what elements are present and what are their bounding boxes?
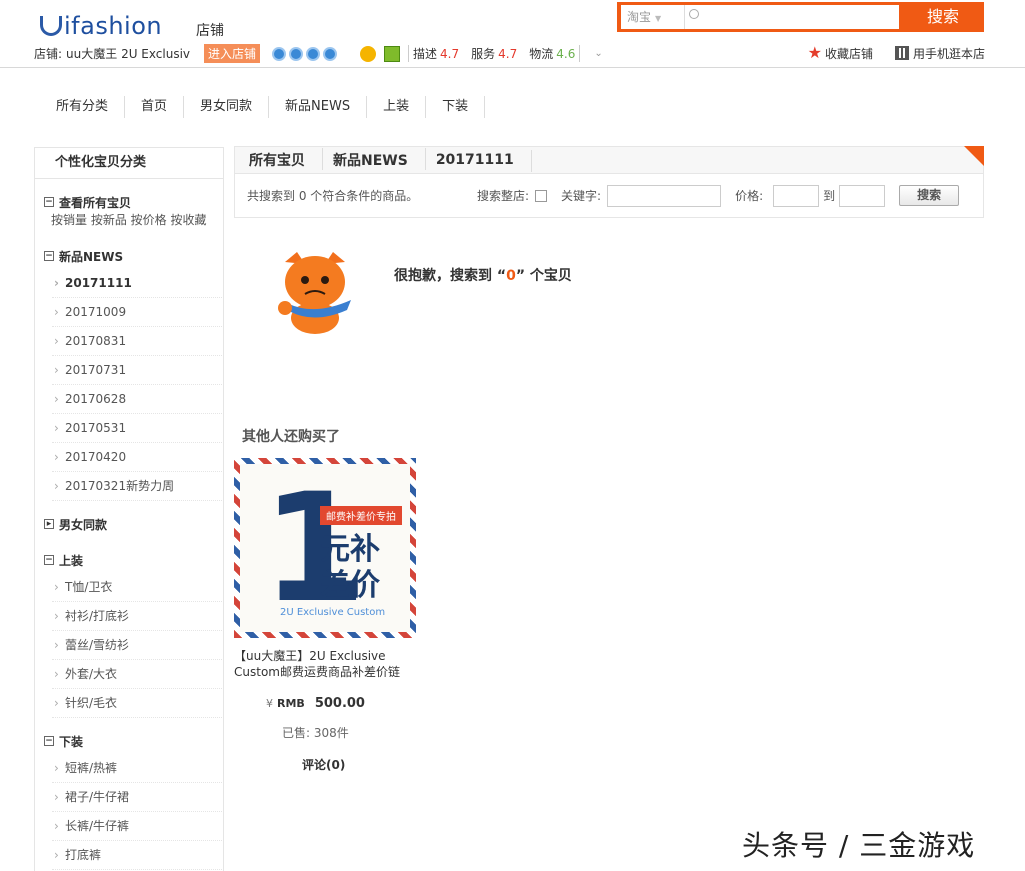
nav-item-all[interactable]: 所有分类 [40, 96, 126, 118]
nav-item-unisex[interactable]: 男女同款 [184, 96, 270, 118]
breadcrumb-item[interactable]: 所有宝贝 [235, 148, 323, 170]
nav-item-tops[interactable]: 上装 [367, 96, 427, 118]
category-bottoms[interactable]: − 下装 [35, 718, 223, 754]
crown-icon [272, 46, 287, 61]
price-to-label: 到 [823, 189, 836, 203]
sidebar-item[interactable]: 针织/毛衣 [52, 689, 223, 718]
search-scope-select[interactable]: 淘宝 ▼ [621, 5, 685, 29]
star-icon: ★ [807, 43, 822, 62]
watermark-text: 头条号 / 三金游戏 [742, 829, 976, 862]
search-shop-label: 搜索整店: [477, 189, 530, 203]
result-count: 共搜索到 0 个符合条件的商品。 [247, 189, 419, 203]
price-max-input[interactable] [839, 184, 886, 207]
crown-icon [306, 46, 321, 61]
sidebar-item[interactable]: 蕾丝/雪纺衫 [52, 631, 223, 660]
view-all-link[interactable]: − 查看所有宝贝 [35, 179, 223, 215]
shop-level-crowns [272, 46, 340, 61]
shop-link[interactable]: 店铺 [196, 20, 224, 40]
sidebar-item[interactable]: 外套/大衣 [52, 660, 223, 689]
collapse-icon: − [44, 736, 54, 746]
product-reviews-link[interactable]: 评论(0) [302, 756, 345, 773]
expand-icon: ▸ [44, 519, 54, 529]
sidebar-item[interactable]: 打底裤 [52, 841, 223, 870]
collapse-icon: − [44, 197, 54, 207]
sidebar-item[interactable]: T恤/卫衣 [52, 573, 223, 602]
shop-info-bar: 店铺: uu大魔王 2U Exclusiv 进入店铺 描述 4.7 服务 4.7 物… [34, 44, 603, 63]
keyword-label: 关键字: [561, 189, 602, 203]
chevron-down-icon: ▼ [655, 14, 662, 23]
ifashion-logo[interactable]: ifashion [40, 12, 162, 40]
sidebar-item[interactable]: 长裤/牛仔裤 [52, 812, 223, 841]
sidebar-item[interactable]: 20171009 [52, 298, 223, 327]
rating-description: 描述 4.7 [413, 47, 460, 61]
sidebar-item[interactable]: 20170831 [52, 327, 223, 356]
search-button[interactable]: 搜索 [902, 2, 984, 32]
price-label: 价格: [735, 189, 764, 203]
breadcrumb: 所有宝贝 新品NEWS 20171111 [234, 146, 984, 174]
product-price: ¥ RMB 500.00 [266, 696, 365, 711]
corner-flag-icon [964, 146, 984, 166]
nav-item-news[interactable]: 新品NEWS [269, 96, 368, 118]
favorite-shop-button[interactable]: ★ 收藏店铺 [808, 45, 873, 62]
crown-icon [323, 46, 338, 61]
qr-code-icon [894, 46, 909, 60]
shop-ratings: 描述 4.7 服务 4.7 物流 4.6 [408, 45, 581, 62]
mascot-image [278, 252, 351, 334]
sidebar-item[interactable]: 20170321新势力周 [52, 472, 223, 501]
category-news[interactable]: − 新品NEWS [35, 233, 223, 269]
sidebar-item[interactable]: 20170420 [52, 443, 223, 472]
shop-actions: ★ 收藏店铺 用手机逛本店 [808, 45, 985, 62]
sidebar-item[interactable]: 短裤/热裤 [52, 754, 223, 783]
product-image[interactable]: 1 邮费补差价专拍 元补 差价 2U Exclusive Custom [234, 458, 416, 638]
search-shop-checkbox[interactable] [535, 189, 548, 202]
search-input[interactable] [685, 5, 899, 29]
enter-shop-button[interactable]: 进入店铺 [204, 44, 261, 63]
shop-label: 店铺: [34, 47, 63, 61]
breadcrumb-item[interactable]: 20171111 [422, 150, 532, 172]
product-image-text: 元补 差价 [320, 532, 380, 603]
nav-item-home[interactable]: 首页 [125, 96, 185, 118]
empty-result-message: 很抱歉，搜索到 “0” 个宝贝 [394, 268, 572, 284]
also-bought-title: 其他人还购买了 [242, 429, 340, 445]
mobile-shop-button[interactable]: 用手机逛本店 [894, 45, 985, 62]
sidebar-item[interactable]: 裙子/牛仔裙 [52, 783, 223, 812]
chevron-down-icon[interactable]: ⌄ [594, 48, 602, 59]
top-header: ifashion 店铺 淘宝 ▼ 搜索 店铺: uu大魔王 2U Exclusiv… [0, 0, 1025, 68]
collapse-icon: − [44, 555, 54, 565]
product-title-link[interactable]: 【uu大魔王】2U Exclusive Custom邮费运费商品补差价链 [234, 648, 416, 680]
sidebar-item[interactable]: 20170731 [52, 356, 223, 385]
breadcrumb-item[interactable]: 新品NEWS [319, 148, 426, 170]
price-min-input[interactable] [773, 184, 820, 207]
category-unisex[interactable]: ▸ 男女同款 [35, 501, 223, 537]
product-image-badge: 邮费补差价专拍 [320, 506, 402, 525]
consumer-protection-icon [384, 45, 401, 62]
shop-name[interactable]: uu大魔王 2U Exclusiv [66, 45, 190, 62]
collapse-icon: − [44, 251, 54, 261]
crown-icon [289, 46, 304, 61]
sidebar-item[interactable]: 20170531 [52, 414, 223, 443]
nav-item-bottoms[interactable]: 下装 [426, 96, 486, 118]
sidebar-item[interactable]: 20171111 [52, 269, 223, 298]
product-image-caption: 2U Exclusive Custom [280, 607, 386, 618]
rating-service: 服务 4.7 [471, 47, 518, 61]
logo-text: ifashion [64, 12, 163, 40]
category-sidebar: 个性化宝贝分类 − 查看所有宝贝 按销量 按新品 按价格 按收藏 − 新品NEWS … [34, 147, 224, 871]
main-content: 所有宝贝 新品NEWS 20171111 共搜索到 0 个符合条件的商品。 搜索… [234, 146, 984, 772]
category-tops[interactable]: − 上装 [35, 537, 223, 573]
gold-medal-icon [360, 45, 377, 62]
search-icon [689, 9, 699, 19]
sidebar-item[interactable]: 20170628 [52, 385, 223, 414]
logo-icon [40, 16, 62, 36]
product-sold-count: 已售: 308件 [282, 726, 349, 740]
shop-nav: 所有分类 首页 男女同款 新品NEWS 上装 下装 [40, 96, 486, 118]
sidebar-item[interactable]: 衬衫/打底衫 [52, 602, 223, 631]
sidebar-title: 个性化宝贝分类 [35, 148, 223, 179]
search-filter-bar: 共搜索到 0 个符合条件的商品。 搜索整店: 关键字: 价格: 到 搜索 [234, 174, 984, 218]
keyword-input[interactable] [607, 184, 722, 207]
rating-logistics: 物流 4.6 [529, 47, 576, 61]
filter-search-button[interactable]: 搜索 [899, 185, 960, 206]
sort-links[interactable]: 按销量 按新品 按价格 按收藏 [35, 211, 223, 233]
search-bar: 淘宝 ▼ 搜索 [617, 2, 984, 32]
